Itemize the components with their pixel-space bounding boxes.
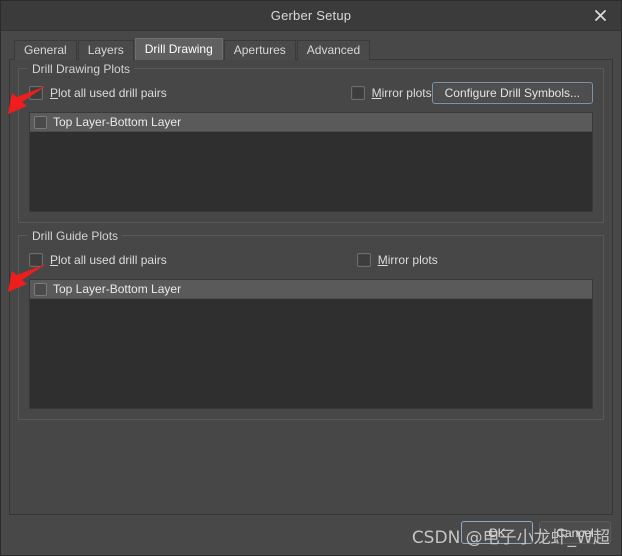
tab-drill-drawing[interactable]: Drill Drawing [134, 38, 223, 60]
guide-mirror-plots-checkbox[interactable]: Mirror plots [356, 253, 438, 267]
close-icon[interactable] [589, 5, 611, 25]
mnemonic-char: M [371, 86, 382, 100]
tab-layers[interactable]: Layers [77, 40, 134, 60]
configure-drill-symbols-button[interactable]: Configure Drill Symbols... [431, 82, 593, 104]
checkbox-box-icon[interactable] [34, 115, 47, 129]
list-item-label: Top Layer-Bottom Layer [53, 282, 182, 296]
drill-guide-pairs-list[interactable]: Top Layer-Bottom Layer [29, 279, 593, 409]
drill-drawing-pairs-list[interactable]: Top Layer-Bottom Layer [29, 112, 593, 212]
dialog-footer: OK Cancel [1, 515, 621, 555]
tab-strip: General Layers Drill Drawing Apertures A… [9, 38, 613, 60]
guide-plot-all-drill-pairs-checkbox[interactable]: Plot all used drill pairs [29, 253, 167, 267]
group-drill-guide-plots-title: Drill Guide Plots [28, 229, 123, 243]
list-item[interactable]: Top Layer-Bottom Layer [30, 113, 592, 132]
footer-button-group: OK Cancel [461, 521, 611, 544]
label-rest: lot all used drill pairs [58, 86, 167, 100]
checkbox-box-icon [350, 86, 365, 100]
tab-general[interactable]: General [14, 40, 77, 60]
mnemonic-char: P [50, 253, 59, 267]
mnemonic-char: M [377, 253, 388, 267]
group-drill-guide-plots: Drill Guide Plots Plot all used drill pa… [18, 229, 604, 420]
group-drill-drawing-plots-title: Drill Drawing Plots [28, 62, 135, 76]
ok-button[interactable]: OK [461, 521, 533, 544]
tab-panel-drill-drawing: Drill Drawing Plots Plot all used drill … [9, 59, 613, 515]
tab-apertures[interactable]: Apertures [223, 40, 296, 60]
checkbox-box-icon [29, 253, 43, 267]
group-drill-drawing-plots: Drill Drawing Plots Plot all used drill … [18, 62, 604, 223]
guide-options-row: Plot all used drill pairs Mirror plots [29, 248, 593, 272]
drawing-plot-all-drill-pairs-checkbox[interactable]: Plot all used drill pairs [29, 86, 167, 100]
cancel-button[interactable]: Cancel [539, 521, 611, 544]
list-item[interactable]: Top Layer-Bottom Layer [30, 280, 592, 299]
guide-mirror-plots-label: Mirror plots [378, 253, 438, 267]
title-bar: Gerber Setup [1, 1, 621, 31]
drawing-mirror-plots-checkbox[interactable]: Mirror plots [350, 86, 432, 100]
drawing-plot-all-drill-pairs-label: Plot all used drill pairs [50, 86, 167, 100]
label-rest: irror plots [387, 253, 438, 267]
checkbox-box-icon [29, 86, 43, 100]
list-item-label: Top Layer-Bottom Layer [53, 115, 182, 129]
drawing-mirror-plots-label: Mirror plots [372, 86, 432, 100]
label-rest: lot all used drill pairs [58, 253, 167, 267]
label-rest: irror plots [381, 86, 432, 100]
dialog-body: General Layers Drill Drawing Apertures A… [1, 31, 621, 515]
drawing-options-row: Plot all used drill pairs Mirror plots C… [29, 81, 593, 105]
checkbox-box-icon [356, 253, 371, 267]
checkbox-box-icon[interactable] [34, 282, 47, 296]
guide-plot-all-drill-pairs-label: Plot all used drill pairs [50, 253, 167, 267]
window-title: Gerber Setup [270, 8, 352, 23]
gerber-setup-dialog: Gerber Setup General Layers Drill Drawin… [0, 0, 622, 556]
mnemonic-char: P [50, 86, 59, 100]
tab-advanced[interactable]: Advanced [296, 40, 371, 60]
